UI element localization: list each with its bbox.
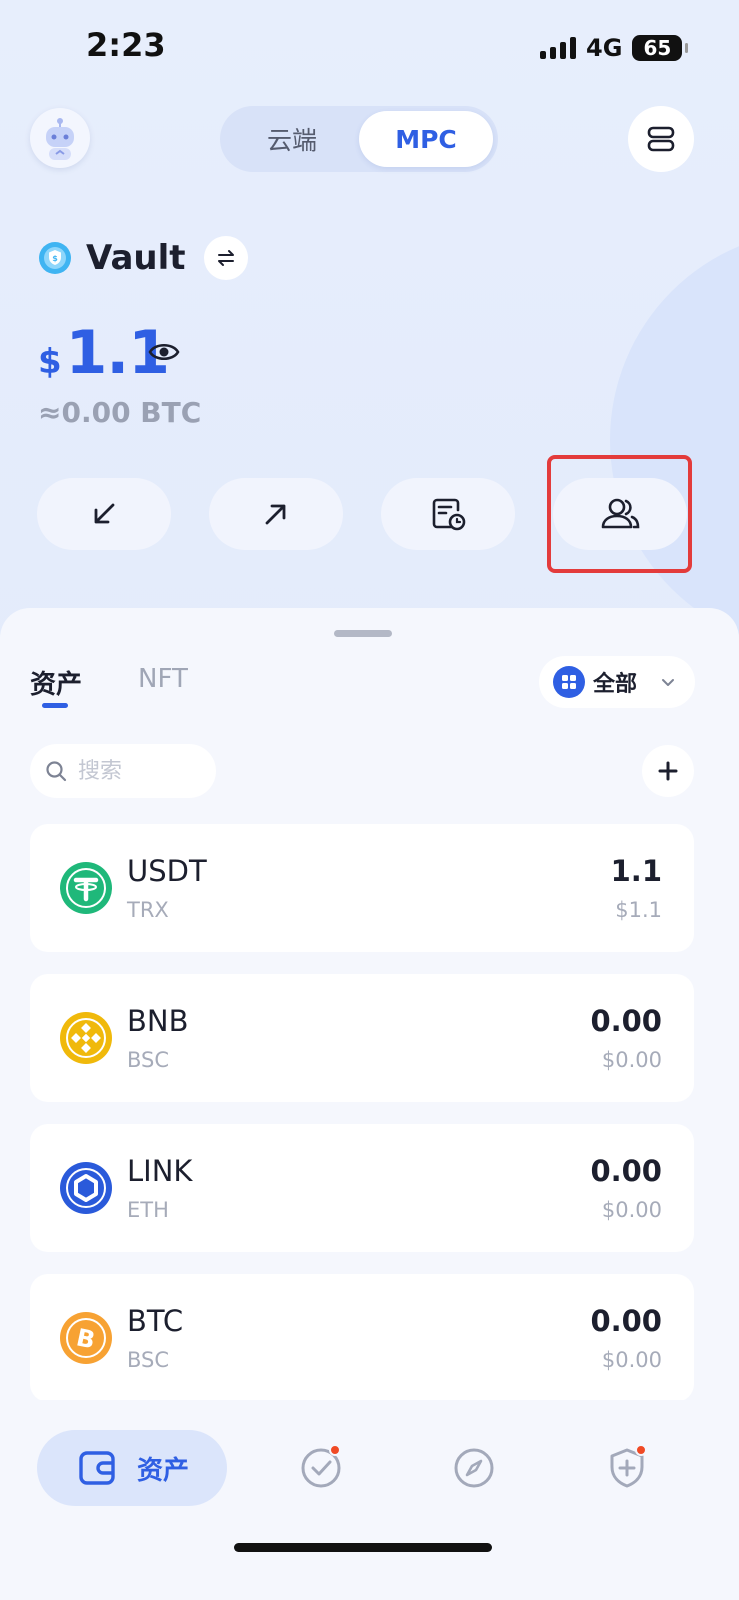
svg-text:$: $ xyxy=(52,254,58,263)
asset-usd-value: $1.1 xyxy=(615,898,662,922)
grid-icon xyxy=(553,666,585,698)
eye-icon xyxy=(148,343,180,361)
tab-assets[interactable]: 资产 xyxy=(30,664,82,701)
wallet-name: Vault xyxy=(86,238,186,278)
tab-indicator xyxy=(42,703,68,708)
btc-coin-icon: B xyxy=(60,1312,112,1364)
segment-cloud[interactable]: 云端 xyxy=(225,111,359,167)
wallet-selector[interactable]: $ Vault xyxy=(38,236,248,280)
tab-nft[interactable]: NFT xyxy=(138,664,188,694)
wallet-icon xyxy=(79,1451,115,1485)
battery-icon: 65 xyxy=(632,35,689,61)
btc-equivalent: ≈0.00 BTC xyxy=(38,396,202,429)
asset-chain: TRX xyxy=(127,898,169,922)
asset-row-link[interactable]: LINK ETH 0.00 $0.00 xyxy=(30,1124,694,1252)
notification-dot xyxy=(329,1444,341,1456)
bnb-coin-icon xyxy=(60,1012,112,1064)
wallet-type-segmented-control: 云端 MPC xyxy=(220,106,498,172)
highlight-annotation xyxy=(547,455,692,573)
receive-arrow-icon xyxy=(94,503,115,524)
asset-symbol: USDT xyxy=(127,854,207,888)
compass-icon xyxy=(454,1448,494,1488)
asset-amount: 0.00 xyxy=(590,1304,662,1338)
svg-text:B: B xyxy=(74,1323,98,1354)
sheet-handle[interactable] xyxy=(334,630,392,637)
plus-icon xyxy=(658,761,678,781)
nav-tasks[interactable] xyxy=(299,1444,343,1490)
segment-mpc[interactable]: MPC xyxy=(359,111,493,167)
asset-symbol: BNB xyxy=(127,1004,189,1038)
asset-usd-value: $0.00 xyxy=(601,1198,662,1222)
receive-button[interactable] xyxy=(37,478,171,550)
nav-discover[interactable] xyxy=(452,1446,496,1490)
asset-chain: ETH xyxy=(127,1198,169,1222)
send-button[interactable] xyxy=(209,478,343,550)
battery-level: 65 xyxy=(643,36,672,60)
vault-shield-icon: $ xyxy=(39,242,71,274)
asset-symbol: BTC xyxy=(127,1304,184,1338)
menu-button[interactable] xyxy=(628,106,694,172)
asset-amount: 1.1 xyxy=(610,854,662,888)
asset-chain: BSC xyxy=(127,1348,170,1372)
history-button[interactable] xyxy=(381,478,515,550)
home-indicator xyxy=(234,1543,492,1552)
search-input[interactable] xyxy=(78,758,188,784)
nav-assets-label: 资产 xyxy=(137,1455,190,1486)
status-time: 2:23 xyxy=(86,26,166,64)
asset-row-btc[interactable]: B BTC BSC 0.00 $0.00 xyxy=(30,1274,694,1402)
menu-icon xyxy=(647,126,675,152)
avatar[interactable] xyxy=(30,108,90,168)
nav-assets[interactable]: 资产 xyxy=(37,1430,227,1506)
toggle-balance-visibility[interactable] xyxy=(148,340,180,368)
chain-filter-dropdown[interactable]: 全部 xyxy=(539,656,695,708)
asset-row-usdt[interactable]: USDT TRX 1.1 $1.1 xyxy=(30,824,694,952)
chevron-down-icon xyxy=(662,679,675,686)
filter-label: 全部 xyxy=(593,672,638,697)
signal-icon xyxy=(540,37,576,59)
nav-security[interactable] xyxy=(605,1444,649,1490)
notification-dot xyxy=(635,1444,647,1456)
asset-amount: 0.00 xyxy=(590,1154,662,1188)
status-indicators: 4G 65 xyxy=(540,34,689,62)
asset-chain: BSC xyxy=(127,1048,170,1072)
decorative-circle xyxy=(610,230,739,650)
asset-amount: 0.00 xyxy=(590,1004,662,1038)
swap-icon xyxy=(217,250,234,266)
search-field[interactable] xyxy=(30,744,216,798)
history-icon xyxy=(432,498,466,531)
network-type: 4G xyxy=(586,34,623,62)
search-icon xyxy=(46,761,67,782)
asset-row-bnb[interactable]: BNB BSC 0.00 $0.00 xyxy=(30,974,694,1102)
asset-symbol: LINK xyxy=(127,1154,193,1188)
robot-avatar-icon xyxy=(46,118,74,160)
link-coin-icon xyxy=(60,1162,112,1214)
asset-usd-value: $0.00 xyxy=(601,1348,662,1372)
add-token-button[interactable] xyxy=(642,745,694,797)
usdt-coin-icon xyxy=(60,862,112,914)
asset-usd-value: $0.00 xyxy=(601,1048,662,1072)
balance-currency: $ xyxy=(38,342,62,382)
switch-wallet-button[interactable] xyxy=(203,236,248,280)
send-arrow-icon xyxy=(265,504,286,525)
